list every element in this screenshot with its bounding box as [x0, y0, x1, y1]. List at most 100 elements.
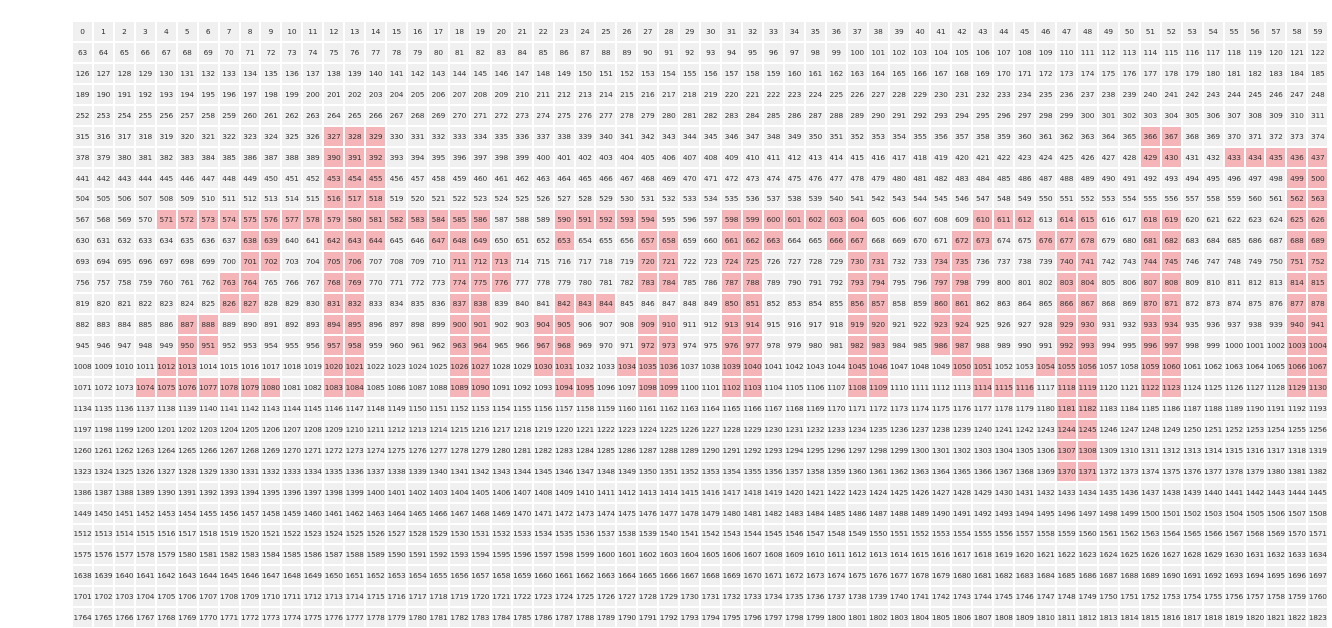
grid-cell[interactable]: 1642 — [155, 565, 177, 587]
grid-cell[interactable]: 347 — [742, 125, 763, 147]
grid-cell[interactable]: 1816 — [1160, 607, 1182, 628]
grid-cell[interactable]: 38 — [867, 21, 889, 42]
grid-cell[interactable]: 1715 — [365, 586, 387, 608]
grid-cell[interactable]: 450 — [260, 167, 282, 189]
grid-cell[interactable]: 698 — [176, 251, 198, 273]
grid-cell-highlighted[interactable]: 958 — [344, 335, 366, 356]
grid-cell[interactable]: 1644 — [197, 565, 219, 587]
grid-cell[interactable]: 1774 — [281, 607, 303, 628]
grid-cell[interactable]: 1407 — [511, 481, 533, 503]
grid-cell-highlighted[interactable]: 787 — [721, 272, 742, 294]
grid-cell[interactable]: 796 — [909, 272, 931, 294]
grid-cell[interactable]: 1239 — [951, 418, 973, 440]
grid-cell-highlighted[interactable]: 644 — [365, 230, 387, 252]
grid-cell-highlighted[interactable]: 625 — [1286, 209, 1308, 231]
grid-cell-highlighted[interactable]: 1119 — [1077, 376, 1098, 398]
grid-cell[interactable]: 1713 — [323, 586, 345, 608]
grid-cell[interactable]: 306 — [1202, 104, 1224, 126]
grid-cell[interactable]: 401 — [553, 146, 575, 168]
grid-cell[interactable]: 1180 — [1035, 397, 1057, 419]
grid-cell-highlighted[interactable]: 982 — [846, 335, 868, 356]
grid-cell[interactable]: 101 — [867, 41, 889, 63]
grid-cell[interactable]: 470 — [679, 167, 701, 189]
grid-cell[interactable]: 1319 — [1307, 439, 1329, 461]
grid-cell[interactable]: 305 — [1181, 104, 1203, 126]
grid-cell[interactable]: 1702 — [92, 586, 114, 608]
grid-cell[interactable]: 1073 — [113, 376, 135, 398]
grid-cell[interactable]: 1127 — [1244, 376, 1266, 398]
grid-cell[interactable]: 1429 — [972, 481, 994, 503]
grid-cell[interactable]: 7 — [218, 21, 240, 42]
grid-cell[interactable]: 191 — [113, 83, 135, 105]
grid-cell[interactable]: 400 — [532, 146, 554, 168]
grid-cell[interactable]: 485 — [993, 167, 1015, 189]
grid-cell[interactable]: 166 — [909, 62, 931, 84]
grid-cell[interactable]: 1643 — [176, 565, 198, 587]
grid-cell[interactable]: 543 — [888, 188, 910, 210]
grid-cell[interactable]: 1357 — [783, 460, 805, 482]
grid-cell[interactable]: 1784 — [490, 607, 512, 628]
grid-cell[interactable]: 1602 — [637, 544, 659, 566]
grid-cell[interactable]: 1387 — [92, 481, 114, 503]
grid-cell[interactable]: 1630 — [1223, 544, 1245, 566]
grid-cell[interactable]: 537 — [762, 188, 784, 210]
grid-cell[interactable]: 512 — [239, 188, 261, 210]
grid-cell[interactable]: 408 — [700, 146, 722, 168]
grid-cell[interactable]: 138 — [323, 62, 345, 84]
grid-cell[interactable]: 1209 — [323, 418, 345, 440]
grid-cell[interactable]: 1342 — [469, 460, 491, 482]
grid-cell[interactable]: 1692 — [1202, 565, 1224, 587]
grid-cell[interactable]: 999 — [1202, 335, 1224, 356]
grid-cell[interactable]: 292 — [909, 104, 931, 126]
grid-cell[interactable]: 47 — [1056, 21, 1077, 42]
grid-cell[interactable]: 1327 — [155, 460, 177, 482]
grid-cell[interactable]: 760 — [155, 272, 177, 294]
grid-cell-highlighted[interactable]: 592 — [595, 209, 617, 231]
grid-cell[interactable]: 1184 — [1118, 397, 1140, 419]
grid-cell[interactable]: 1028 — [490, 356, 512, 377]
grid-cell[interactable]: 703 — [281, 251, 303, 273]
grid-cell[interactable]: 420 — [951, 146, 973, 168]
grid-cell[interactable]: 1478 — [679, 502, 701, 524]
grid-cell[interactable]: 882 — [72, 314, 93, 336]
grid-cell[interactable]: 1583 — [239, 544, 261, 566]
grid-cell[interactable]: 464 — [553, 167, 575, 189]
grid-cell-highlighted[interactable]: 673 — [972, 230, 994, 252]
grid-cell[interactable]: 1659 — [511, 565, 533, 587]
grid-cell[interactable]: 427 — [1097, 146, 1119, 168]
grid-cell[interactable]: 1592 — [427, 544, 449, 566]
grid-cell[interactable]: 1638 — [72, 565, 93, 587]
grid-cell[interactable]: 1375 — [1160, 460, 1182, 482]
grid-cell[interactable]: 27 — [637, 21, 659, 42]
grid-cell[interactable]: 94 — [721, 41, 742, 63]
grid-cell[interactable]: 1525 — [344, 523, 366, 545]
grid-cell[interactable]: 1185 — [1139, 397, 1161, 419]
grid-cell[interactable]: 966 — [511, 335, 533, 356]
grid-cell[interactable]: 53 — [1181, 21, 1203, 42]
grid-cell[interactable]: 1695 — [1265, 565, 1287, 587]
grid-cell[interactable]: 865 — [1035, 293, 1057, 315]
grid-cell[interactable]: 1822 — [1286, 607, 1308, 628]
grid-cell[interactable]: 680 — [1118, 230, 1140, 252]
grid-cell[interactable]: 1396 — [281, 481, 303, 503]
grid-cell[interactable]: 1141 — [218, 397, 240, 419]
grid-cell[interactable]: 1518 — [197, 523, 219, 545]
grid-cell-highlighted[interactable]: 725 — [742, 251, 763, 273]
grid-cell[interactable]: 30 — [700, 21, 722, 42]
grid-cell[interactable]: 704 — [302, 251, 324, 273]
grid-cell[interactable]: 1134 — [72, 397, 93, 419]
grid-cell[interactable]: 1434 — [1077, 481, 1098, 503]
grid-cell[interactable]: 1175 — [930, 397, 952, 419]
grid-cell[interactable]: 317 — [113, 125, 135, 147]
grid-cell[interactable]: 970 — [595, 335, 617, 356]
grid-cell[interactable]: 1340 — [427, 460, 449, 482]
grid-cell[interactable]: 545 — [930, 188, 952, 210]
grid-cell[interactable]: 184 — [1286, 62, 1308, 84]
grid-cell[interactable]: 770 — [365, 272, 387, 294]
grid-cell[interactable]: 1483 — [783, 502, 805, 524]
grid-cell[interactable]: 1714 — [344, 586, 366, 608]
grid-cell[interactable]: 239 — [1118, 83, 1140, 105]
grid-cell-highlighted[interactable]: 808 — [1160, 272, 1182, 294]
grid-cell[interactable]: 854 — [804, 293, 826, 315]
grid-cell[interactable]: 1464 — [386, 502, 407, 524]
